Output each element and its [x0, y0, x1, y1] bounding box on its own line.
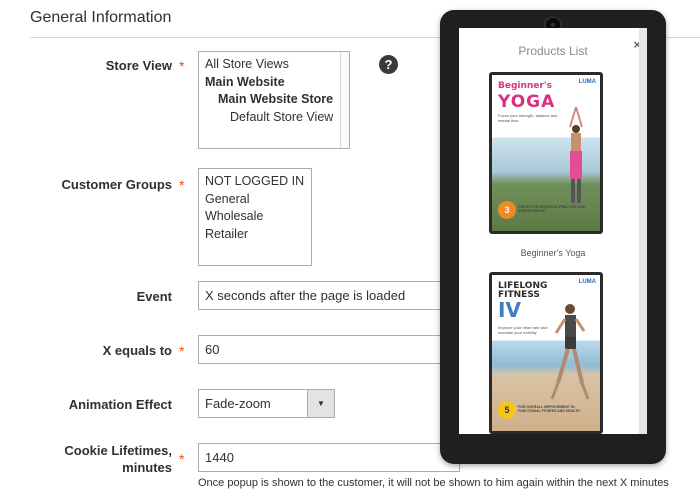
required-mark: * [179, 177, 185, 193]
animation-effect-value: Fade-zoom [205, 396, 271, 411]
cover-text: Improve your heart rate and increase you… [498, 325, 548, 335]
customer-group-option[interactable]: Wholesale [205, 208, 305, 226]
yoga-figure-image [569, 106, 583, 203]
required-mark: * [179, 343, 185, 359]
cover-title: IV [498, 298, 521, 322]
customer-group-option[interactable]: NOT LOGGED IN [205, 173, 305, 191]
cover-footer: GREAT FOR EVERYDAY PRACTICE AND STRESS R… [518, 205, 586, 213]
store-view-multiselect[interactable]: All Store Views Main Website Main Websit… [198, 51, 350, 149]
event-label: Event [136, 289, 172, 304]
product-image-fitness[interactable]: LUMA LIFELONG FITNESS IV Improve your he… [489, 272, 603, 434]
badge: 3 [498, 201, 516, 219]
brand-logo: LUMA [578, 279, 596, 285]
popup-preview-screen: Products List × LUMA Beginner's YOGA Foc… [459, 28, 647, 434]
store-view-option[interactable]: Default Store View [205, 109, 343, 127]
cover-text: Focus your strength, balance and mental … [498, 113, 558, 123]
customer-groups-label: Customer Groups [61, 177, 172, 192]
cookie-label-line2: minutes [122, 460, 172, 475]
required-mark: * [179, 58, 185, 74]
popup-title: Products List [518, 44, 588, 58]
animation-effect-select[interactable]: Fade-zoom ▼ [198, 389, 335, 418]
required-mark: * [179, 451, 185, 467]
store-view-scrollbar[interactable] [340, 52, 349, 148]
cover-title: YOGA [498, 92, 556, 112]
product-image-yoga[interactable]: LUMA Beginner's YOGA Focus your strength… [489, 72, 603, 234]
help-icon[interactable]: ? [379, 55, 398, 74]
runner-figure-image [550, 304, 590, 400]
brand-logo: LUMA [578, 79, 596, 85]
x-equals-label: X equals to [102, 343, 172, 358]
customer-groups-multiselect[interactable]: NOT LOGGED IN General Wholesale Retailer [198, 168, 312, 266]
customer-group-option[interactable]: General [205, 191, 305, 209]
popup-scrollbar[interactable] [639, 28, 647, 434]
cookie-label-line1: Cookie Lifetimes, [64, 443, 172, 458]
cover-footer: FOR OVERALL IMPROVEMENT IN FUNCTIONAL FI… [518, 405, 580, 413]
cookie-lifetime-input[interactable]: 1440 [198, 443, 460, 472]
cover-title: Beginner's [498, 81, 552, 91]
animation-effect-label: Animation Effect [68, 397, 172, 412]
store-view-option[interactable]: Main Website [205, 74, 343, 92]
cookie-lifetime-note: Once popup is shown to the customer, it … [198, 477, 669, 489]
store-view-option[interactable]: All Store Views [205, 56, 343, 74]
section-title: General Information [30, 9, 172, 26]
chevron-down-icon[interactable]: ▼ [307, 390, 334, 417]
event-select[interactable]: X seconds after the page is loaded [198, 281, 460, 310]
x-equals-input[interactable]: 60 [198, 335, 460, 364]
cookie-lifetimes-label: Cookie Lifetimes, minutes [22, 442, 172, 476]
product-name[interactable]: Beginner's Yoga [459, 248, 647, 258]
store-view-option[interactable]: Main Website Store [205, 91, 343, 109]
badge: 5 [498, 401, 516, 419]
customer-group-option[interactable]: Retailer [205, 226, 305, 244]
store-view-label: Store View [105, 58, 172, 73]
